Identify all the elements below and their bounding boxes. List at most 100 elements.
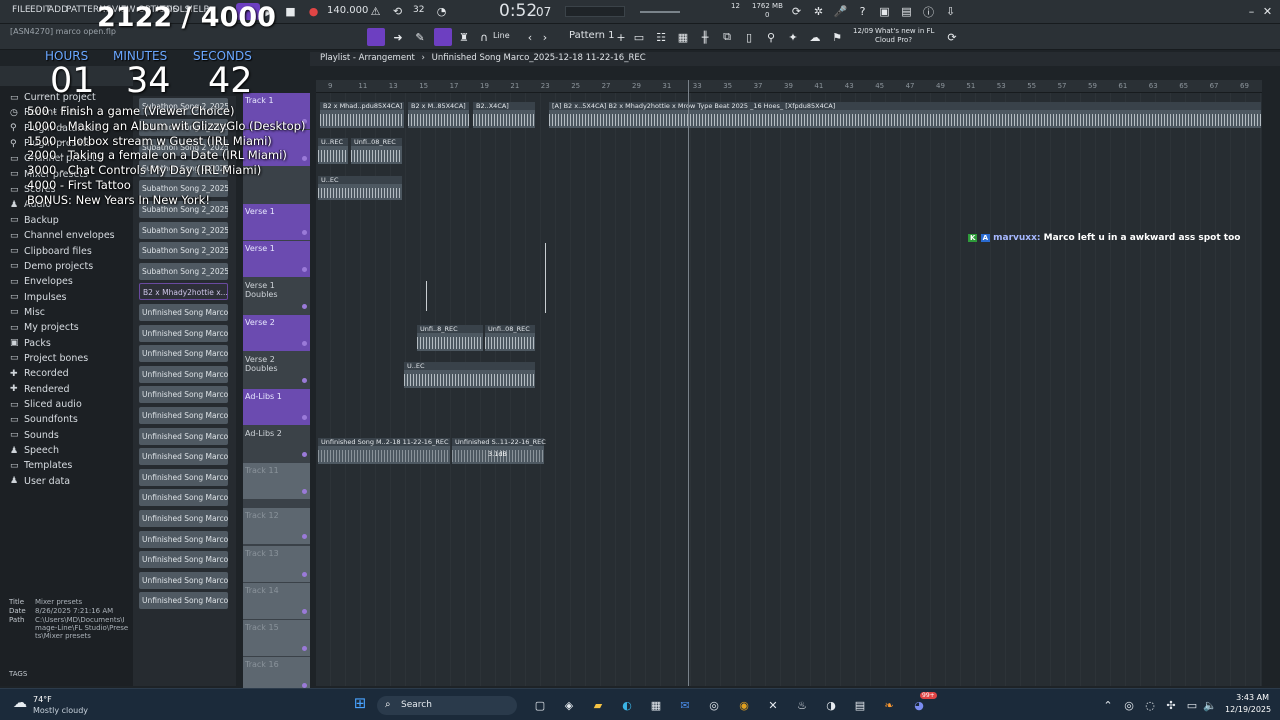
track-header[interactable]: Verse 2 Doubles (243, 352, 310, 388)
playlist-channel-item[interactable]: Unfinished Song Marco_2... (139, 571, 228, 589)
store-icon[interactable]: ▦ (648, 697, 664, 713)
master-volume-slider[interactable] (640, 11, 680, 13)
mail-icon[interactable]: ✉ (677, 697, 693, 713)
audio-clip[interactable]: B2 x Mhad..pdu85X4CA] (320, 102, 404, 128)
pattern-selector[interactable]: Pattern 1 (569, 30, 615, 41)
app-icon[interactable]: ◎ (706, 697, 722, 713)
audio-clip[interactable]: U..EC (318, 176, 402, 200)
playlist-channel-item[interactable]: Unfinished Song Marco_2... (139, 530, 228, 548)
audio-clip[interactable]: Unfi..08_REC (485, 325, 535, 351)
track-dot-icon[interactable] (302, 609, 307, 614)
playlist-channel-item[interactable]: Unfinished Song Marco_2... (139, 304, 228, 321)
wait-icon[interactable]: ◔ (434, 4, 449, 19)
playhead[interactable] (688, 80, 689, 686)
track-header[interactable]: Verse 1 (243, 204, 310, 240)
info-icon[interactable]: ⓘ (921, 4, 936, 19)
playlist-channel-item[interactable]: Subathon Song 2_2025-1... (139, 262, 228, 280)
track-header[interactable]: Verse 1 Doubles (243, 278, 310, 314)
audio-clip[interactable]: Unfi..8_REC (417, 325, 483, 351)
tray-chevron-icon[interactable]: ⌃ (1100, 697, 1116, 713)
audio-clip[interactable]: Unfinished S..11-22-16_REC 3.1dB (452, 438, 546, 464)
plug-icon[interactable]: ⚲ (763, 29, 779, 45)
browser-item[interactable]: ♟ Speech (10, 445, 59, 456)
track-dot-icon[interactable] (302, 534, 307, 539)
prev-pattern-icon[interactable]: ‹ (522, 29, 538, 45)
track-header[interactable]: Track 13 (243, 546, 310, 582)
audio-clip[interactable]: Unfi..08_REC (351, 138, 402, 164)
playlist-channel-item[interactable]: Unfinished Song Marco_2... (139, 427, 228, 445)
clone-icon[interactable]: ⧉ (719, 29, 735, 45)
audio-clip[interactable]: U..REC (318, 138, 348, 164)
steam-icon[interactable]: ♨ (794, 697, 810, 713)
loop-icon[interactable]: ⟲ (390, 4, 405, 19)
browser-item[interactable]: ✚ Rendered (10, 384, 70, 395)
brush-icon[interactable]: ♜ (456, 29, 472, 45)
discord-icon[interactable]: ◕ (911, 697, 927, 713)
playlist-channel-item[interactable]: Unfinished Song Marco_2... (139, 407, 228, 424)
track-dot-icon[interactable] (302, 156, 307, 161)
playlist-channel-item[interactable]: Unfinished Song Marco_2... (139, 365, 228, 383)
track-dot-icon[interactable] (302, 646, 307, 651)
track-header[interactable]: Track 15 (243, 620, 310, 656)
close-window-icon[interactable]: ✕ (1260, 4, 1275, 19)
browser-item[interactable]: ▭ Sounds (10, 430, 59, 441)
track-header[interactable]: Verse 1 (243, 241, 310, 277)
mixer-icon[interactable]: ▭ (631, 29, 647, 45)
tray-icon[interactable]: ◌ (1142, 697, 1158, 713)
playlist-channel-item[interactable]: Unfinished Song Marco_2... (139, 551, 228, 569)
audio-clip[interactable]: [A] B2 x..5X4CA] B2 x Mhady2hottie x Mro… (549, 102, 1261, 128)
audio-clip[interactable]: B2..X4CA] (473, 102, 535, 128)
playlist-view-icon[interactable] (367, 28, 385, 46)
task-view-icon[interactable]: ▢ (532, 697, 548, 713)
channel-rack-icon[interactable]: ☷ (653, 29, 669, 45)
explorer-icon[interactable]: ▰ (590, 697, 606, 713)
track-header[interactable]: Ad-Libs 2 (243, 426, 310, 462)
track-dot-icon[interactable] (302, 489, 307, 494)
browser-item[interactable]: ▭ Demo projects (10, 261, 93, 272)
browser-item[interactable]: ▭ Backup (10, 215, 59, 226)
volume-icon[interactable]: 🔈 (1202, 697, 1218, 713)
track-dot-icon[interactable] (302, 572, 307, 577)
playlist-channel-item[interactable]: Subathon Song 2_2025-1... (139, 242, 228, 260)
playlist-channel-item[interactable]: Unfinished Song Marco_2... (139, 448, 228, 466)
tags-label[interactable]: TAGS (9, 670, 27, 678)
track-header[interactable]: Track 12 (243, 508, 310, 544)
playlist-channel-item[interactable]: Subathon Song 2_2025-1... (139, 221, 228, 239)
playlist-channel-item[interactable]: Unfinished Song Marco_2... (139, 592, 228, 610)
playlist-channel-item[interactable]: B2 x Mhady2hottie x... (139, 283, 228, 301)
audio-clip[interactable]: Unfinished Song M..2-18 11-22-16_REC (318, 438, 450, 464)
cloud-icon[interactable]: ☁ (807, 29, 823, 45)
track-header[interactable]: Track 14 (243, 583, 310, 619)
browser-item[interactable]: ▭ Envelopes (10, 276, 73, 287)
browser-item[interactable]: ▭ Sliced audio (10, 399, 82, 410)
add-pattern-icon[interactable]: + (613, 29, 629, 45)
playlist-channel-item[interactable]: Unfinished Song Marco_2... (139, 345, 228, 363)
track-dot-icon[interactable] (302, 304, 307, 309)
playlist-channel-item[interactable]: Unfinished Song Marco_2... (139, 510, 228, 527)
next-pattern-icon[interactable]: › (537, 29, 553, 45)
browser-item[interactable]: ▭ My projects (10, 322, 79, 333)
browser-item[interactable]: ▭ Channel envelopes (10, 230, 115, 241)
cart-icon[interactable]: ⚑ (829, 29, 845, 45)
clock-time[interactable]: 3:43 AM (1225, 693, 1269, 702)
chrome-icon[interactable]: ◉ (736, 697, 752, 713)
browser-item[interactable]: ▭ Project bones (10, 353, 88, 364)
wand-icon[interactable]: ✦ (785, 29, 801, 45)
playlist-channel-item[interactable]: Unfinished Song Marco_2... (139, 489, 228, 507)
app-icon[interactable]: ◑ (823, 697, 839, 713)
tempo-display[interactable]: 140.000 (327, 5, 368, 16)
playlist-channel-item[interactable]: Unfinished Song Marco_2... (139, 324, 228, 342)
record-icon[interactable]: ● (306, 4, 321, 19)
magnet-icon[interactable]: ∩ (476, 29, 492, 45)
news-text[interactable]: What's new in FL Cloud Pro? (875, 27, 937, 45)
snap-mode[interactable]: Line (493, 31, 510, 40)
track-dot-icon[interactable] (302, 230, 307, 235)
track-dot-icon[interactable] (302, 267, 307, 272)
arrow-right-icon[interactable]: ➜ (390, 29, 406, 45)
browser-item[interactable]: ✚ Recorded (10, 368, 69, 379)
notepad-icon[interactable]: ▤ (852, 697, 868, 713)
audio-clip[interactable]: B2 x M..85X4CA] (408, 102, 469, 128)
browser-item[interactable]: ▭ Clipboard files (10, 246, 92, 257)
clock-date[interactable]: 12/19/2025 (1225, 705, 1271, 714)
faders-icon[interactable]: ╫ (697, 29, 713, 45)
